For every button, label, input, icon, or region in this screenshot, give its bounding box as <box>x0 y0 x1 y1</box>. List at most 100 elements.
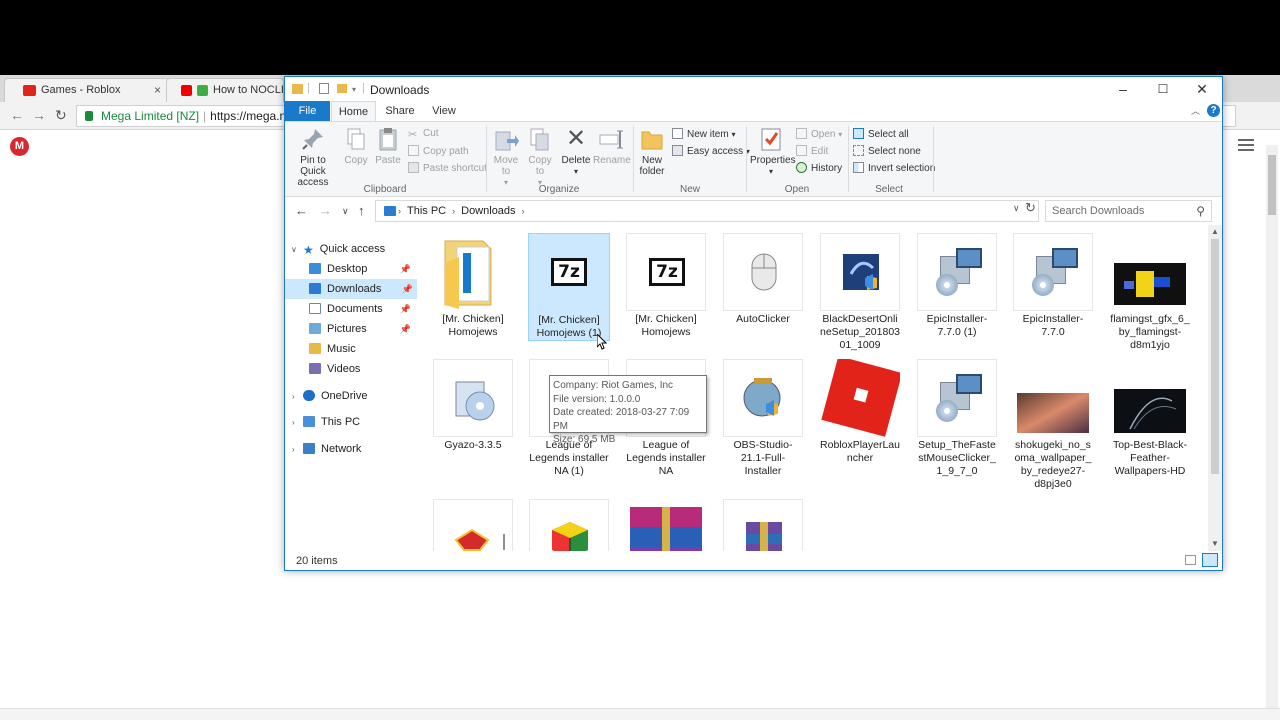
reload-icon[interactable]: ↻ <box>55 107 67 124</box>
minimize-button[interactable]: – <box>1103 77 1143 101</box>
easy-access-button[interactable]: Easy access ▾ <box>672 145 750 157</box>
title-bar: | ▾ | Downloads – ☐ ✕ <box>285 77 1222 101</box>
nav-music[interactable]: Music <box>309 339 415 359</box>
invert-selection-button[interactable]: Invert selection <box>853 162 935 174</box>
scroll-down-icon[interactable]: ▼ <box>1211 539 1219 548</box>
browser-tab-noclip[interactable]: How to NOCLIP <box>166 78 284 102</box>
tab-close-icon[interactable]: × <box>154 83 161 97</box>
breadcrumb-downloads[interactable]: Downloads <box>461 205 515 217</box>
image-thumbnail <box>1110 359 1190 437</box>
back-icon[interactable]: ← <box>10 107 24 123</box>
maximize-button[interactable]: ☐ <box>1143 77 1183 101</box>
file-item[interactable] <box>625 499 707 551</box>
page-scrollbar[interactable] <box>1266 145 1278 720</box>
pin-quick-access-button[interactable]: Pin to Quick access <box>288 126 338 188</box>
file-item[interactable]: BlackDesertOnlineSetup_20180301_1009 <box>819 233 901 352</box>
help-icon[interactable]: ? <box>1207 104 1220 117</box>
paste-icon <box>375 126 401 152</box>
forward-icon[interactable]: → <box>32 107 46 123</box>
tab-file[interactable]: File <box>285 101 330 121</box>
tab-view[interactable]: View <box>424 101 464 121</box>
new-folder-qat-icon[interactable] <box>337 84 347 93</box>
open-button[interactable]: Open ▾ <box>796 128 842 140</box>
new-item-button[interactable]: New item ▾ <box>672 128 735 140</box>
file-item[interactable]: EpicInstaller-7.7.0 <box>1012 233 1094 339</box>
file-item[interactable]: Setup_TheFastestMouseClicker_1_9_7_0 <box>916 359 998 478</box>
address-dropdown-icon[interactable]: ∨ <box>1013 203 1020 214</box>
expand-collapse-icon[interactable]: ∨ <box>291 245 297 254</box>
refresh-icon[interactable]: ↻ <box>1025 200 1036 216</box>
nav-desktop[interactable]: Desktop 📌 <box>309 259 415 279</box>
properties-qat-icon[interactable] <box>319 83 329 94</box>
breadcrumb-this-pc[interactable]: This PC <box>407 205 446 217</box>
file-item-selected[interactable]: 7z [Mr. Chicken] Homojews (1) <box>528 233 610 341</box>
open-icon <box>796 128 807 139</box>
details-view-icon[interactable] <box>1185 555 1196 565</box>
collapse-ribbon-icon[interactable]: ︿ <box>1191 104 1200 117</box>
cut-button[interactable]: ✂ Cut <box>408 128 439 141</box>
nav-label: Quick access <box>319 243 386 255</box>
paste-button[interactable]: Paste <box>374 126 402 166</box>
scrollbar-thumb[interactable] <box>1211 239 1219 474</box>
file-item[interactable]: [Mr. Chicken] Homojews <box>432 233 514 339</box>
history-button[interactable]: History <box>796 162 842 174</box>
select-all-button[interactable]: Select all <box>853 128 909 140</box>
file-item[interactable]: Top-Best-Black-Feather-Wallpapers-HD <box>1109 359 1191 478</box>
file-item[interactable]: AutoClicker <box>722 233 804 326</box>
nav-videos[interactable]: Videos <box>309 359 415 379</box>
nav-quick-access[interactable]: ★ Quick access <box>303 239 415 259</box>
file-item[interactable] <box>432 499 514 551</box>
menu-icon[interactable] <box>1238 139 1254 151</box>
scroll-up-icon[interactable]: ▲ <box>1211 227 1219 236</box>
file-item[interactable]: OBS-Studio-21.1-Full-Installer <box>722 359 804 478</box>
file-list-scrollbar[interactable]: ▲ ▼ <box>1208 225 1222 551</box>
file-item[interactable]: shokugeki_no_soma_wallpaper_by_redeye27-… <box>1012 359 1094 491</box>
select-none-button[interactable]: Select none <box>853 145 921 157</box>
file-item[interactable]: 7z [Mr. Chicken] Homojews <box>625 233 707 339</box>
nav-pictures[interactable]: Pictures 📌 <box>309 319 415 339</box>
close-button[interactable]: ✕ <box>1182 77 1222 101</box>
search-input[interactable]: Search Downloads ⚲ <box>1045 200 1212 222</box>
address-bar[interactable]: › This PC › Downloads › <box>375 200 1039 222</box>
edit-button[interactable]: Edit <box>796 145 828 157</box>
copy-path-button[interactable]: Copy path <box>408 145 469 157</box>
history-icon <box>796 162 807 173</box>
nav-documents[interactable]: Documents 📌 <box>309 299 415 319</box>
qat-dropdown-icon[interactable]: ▾ <box>352 85 356 94</box>
roblox-favicon-icon <box>23 85 36 96</box>
tab-share[interactable]: Share <box>379 101 421 121</box>
up-icon[interactable]: ↑ <box>358 203 365 218</box>
rename-button[interactable]: Rename <box>593 126 631 166</box>
file-item[interactable]: flamingst_gfx_6_by_flamingst-d8m1yjo <box>1109 233 1191 352</box>
copy-to-button[interactable]: Copy to ▾ <box>524 126 556 188</box>
expand-icon[interactable]: › <box>292 392 295 401</box>
file-item[interactable] <box>722 499 804 551</box>
properties-button[interactable]: Properties ▾ <box>750 126 796 177</box>
nav-downloads[interactable]: Downloads 📌 <box>285 279 417 299</box>
nav-network[interactable]: Network <box>303 439 415 459</box>
nav-this-pc[interactable]: This PC <box>303 412 415 432</box>
expand-icon[interactable]: › <box>292 418 295 427</box>
tab-home[interactable]: Home <box>331 101 376 121</box>
new-folder-button[interactable]: New folder <box>636 126 668 177</box>
file-item[interactable]: EpicInstaller-7.7.0 (1) <box>916 233 998 339</box>
file-item[interactable] <box>528 499 610 551</box>
recent-locations-icon[interactable]: ∨ <box>342 206 349 217</box>
back-icon[interactable]: ← <box>295 203 308 218</box>
scrollbar-thumb[interactable] <box>1268 155 1276 215</box>
copy-icon <box>343 126 369 152</box>
paste-shortcut-button[interactable]: Paste shortcut <box>408 162 487 174</box>
browser-tab-roblox[interactable]: Games - Roblox × <box>4 78 170 102</box>
file-item[interactable]: RobloxPlayerLauncher <box>819 355 903 465</box>
installer-icon <box>1013 233 1093 311</box>
file-item[interactable]: Gyazo-3.3.5 <box>432 359 514 452</box>
expand-icon[interactable]: › <box>292 445 295 454</box>
forward-icon[interactable]: → <box>319 203 332 218</box>
nav-onedrive[interactable]: OneDrive <box>303 386 415 406</box>
move-to-button[interactable]: Move to ▾ <box>490 126 522 188</box>
large-icons-view-icon[interactable] <box>1202 553 1218 567</box>
delete-button[interactable]: ✕ Delete ▾ <box>561 126 591 177</box>
new-folder-label: New folder <box>639 155 665 177</box>
mega-logo-icon[interactable]: M <box>10 137 29 156</box>
copy-button[interactable]: Copy <box>342 126 370 166</box>
